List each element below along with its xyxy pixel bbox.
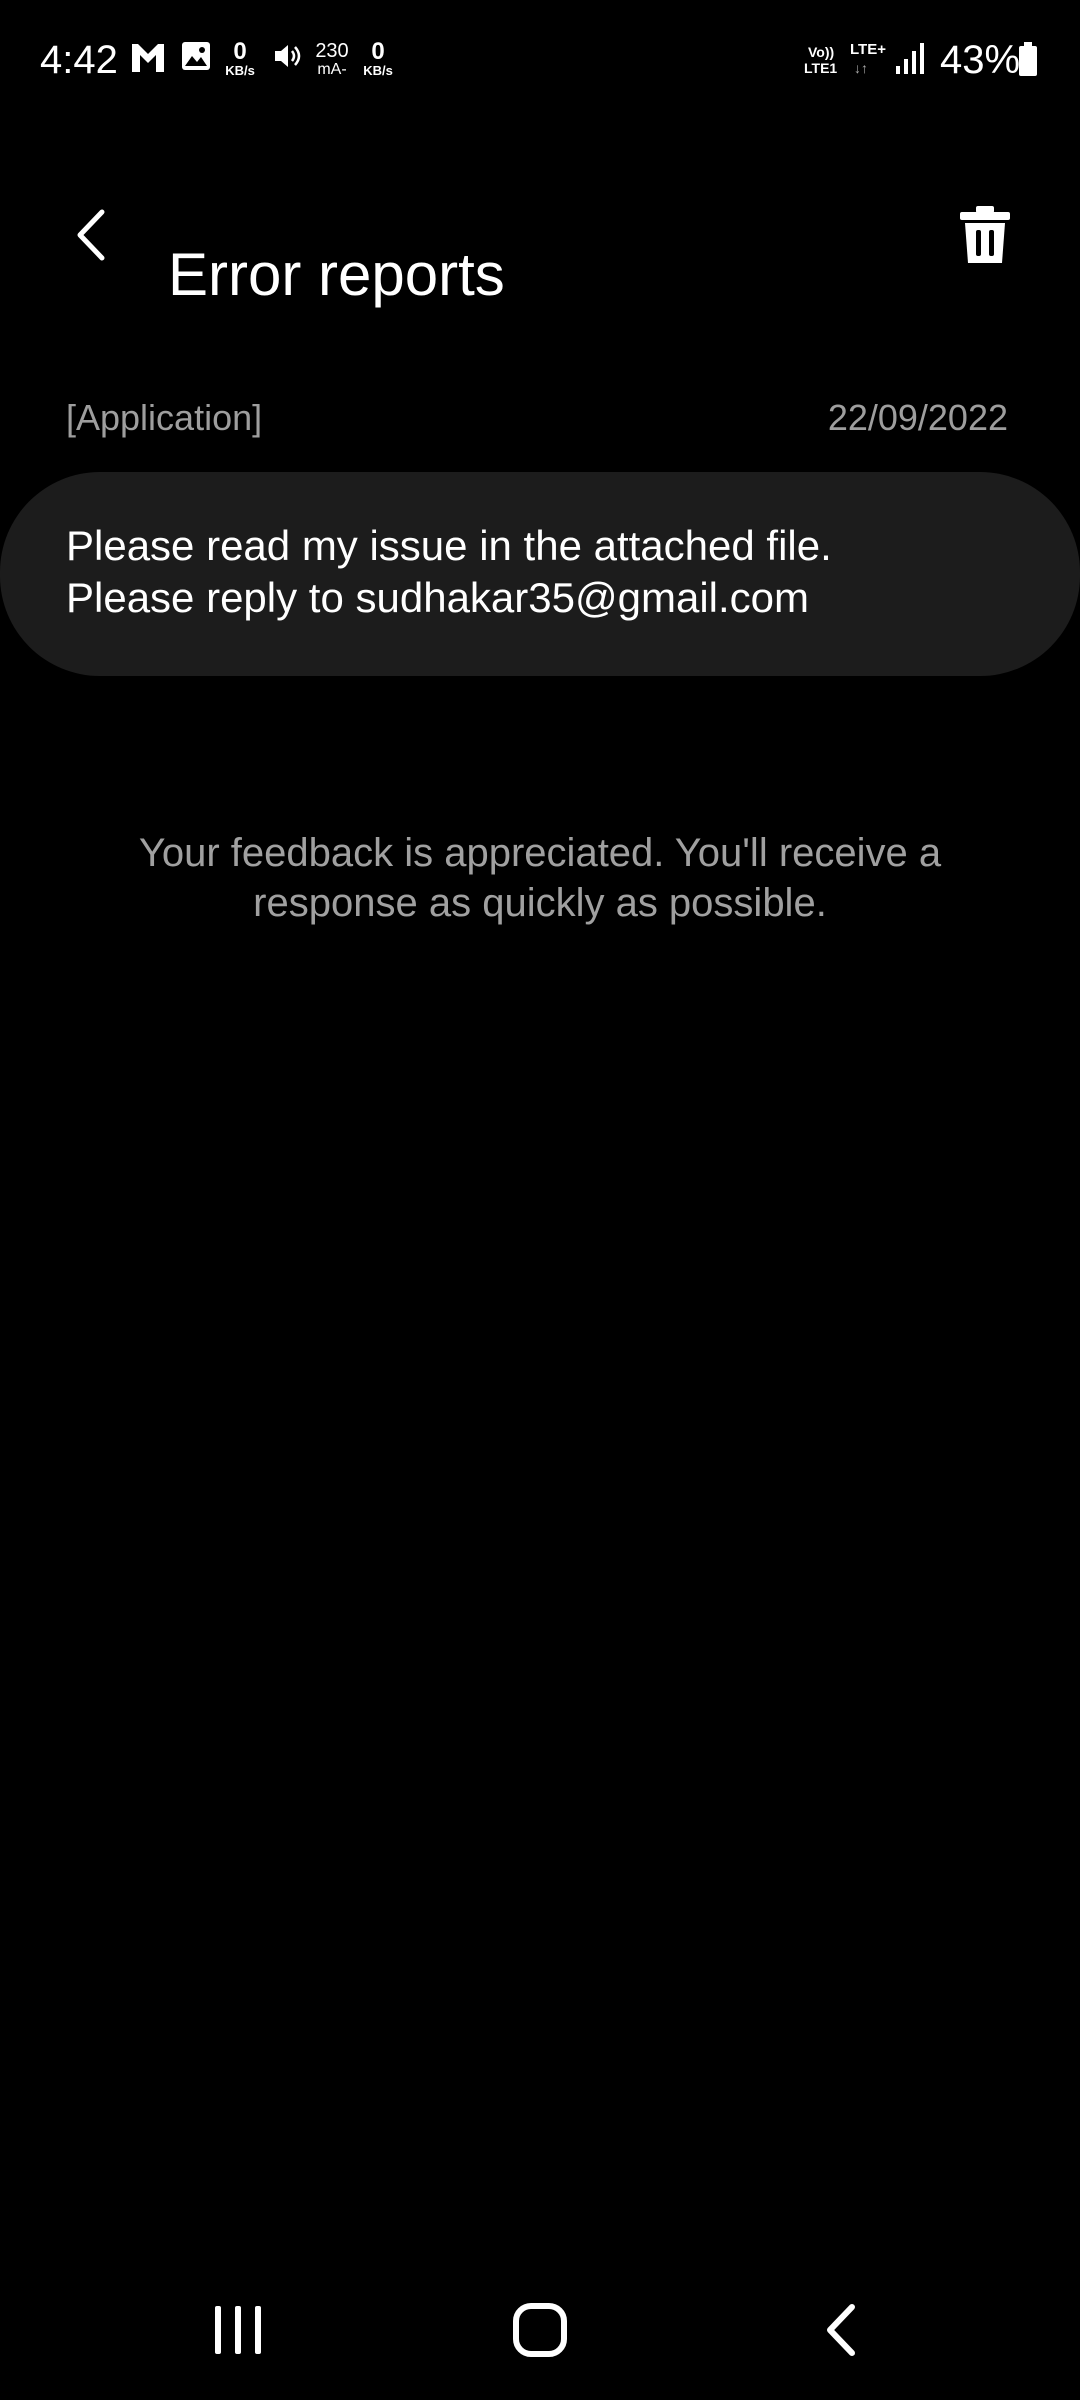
recents-icon bbox=[215, 2306, 261, 2354]
back-button[interactable] bbox=[60, 200, 130, 270]
battery-icon bbox=[1019, 42, 1037, 76]
back-icon bbox=[827, 2304, 855, 2356]
recents-button[interactable] bbox=[188, 2280, 288, 2380]
delete-button[interactable] bbox=[950, 200, 1020, 270]
volume-icon bbox=[275, 45, 301, 67]
navigation-bar bbox=[0, 2280, 1080, 2380]
back-chevron-icon bbox=[77, 209, 105, 261]
app-header: Error reports bbox=[0, 180, 1080, 308]
home-button[interactable] bbox=[490, 2280, 590, 2380]
page-title: Error reports bbox=[168, 241, 505, 309]
network-indicator: Vo)) LTE1 LTE+ ↓↑ bbox=[804, 41, 886, 77]
status-time: 4:42 bbox=[40, 38, 118, 82]
report-message-card: Please read my issue in the attached fil… bbox=[0, 472, 1080, 676]
gmail-icon bbox=[132, 44, 164, 72]
download-speed: 0 KB/s bbox=[225, 38, 255, 78]
status-bar: 4:42 0 KB/s 230 mA- 0 KB/s Vo)) LTE1 LTE… bbox=[0, 0, 1080, 120]
message-line-1: Please read my issue in the attached fil… bbox=[66, 522, 832, 569]
current-draw: 230 mA- bbox=[315, 40, 349, 78]
signal-icon bbox=[896, 43, 924, 74]
battery-percent: 43% bbox=[940, 38, 1021, 82]
gallery-icon bbox=[182, 42, 210, 70]
trash-icon bbox=[960, 206, 1010, 263]
feedback-note: Your feedback is appreciated. You'll rec… bbox=[138, 831, 942, 925]
home-icon bbox=[513, 2303, 567, 2357]
nav-back-button[interactable] bbox=[792, 2280, 892, 2380]
report-category: [Application] bbox=[66, 397, 263, 438]
upload-speed: 0 KB/s bbox=[363, 38, 393, 78]
report-date: 22/09/2022 bbox=[827, 397, 1008, 438]
message-line-2: Please reply to sudhakar35@gmail.com bbox=[66, 574, 809, 621]
